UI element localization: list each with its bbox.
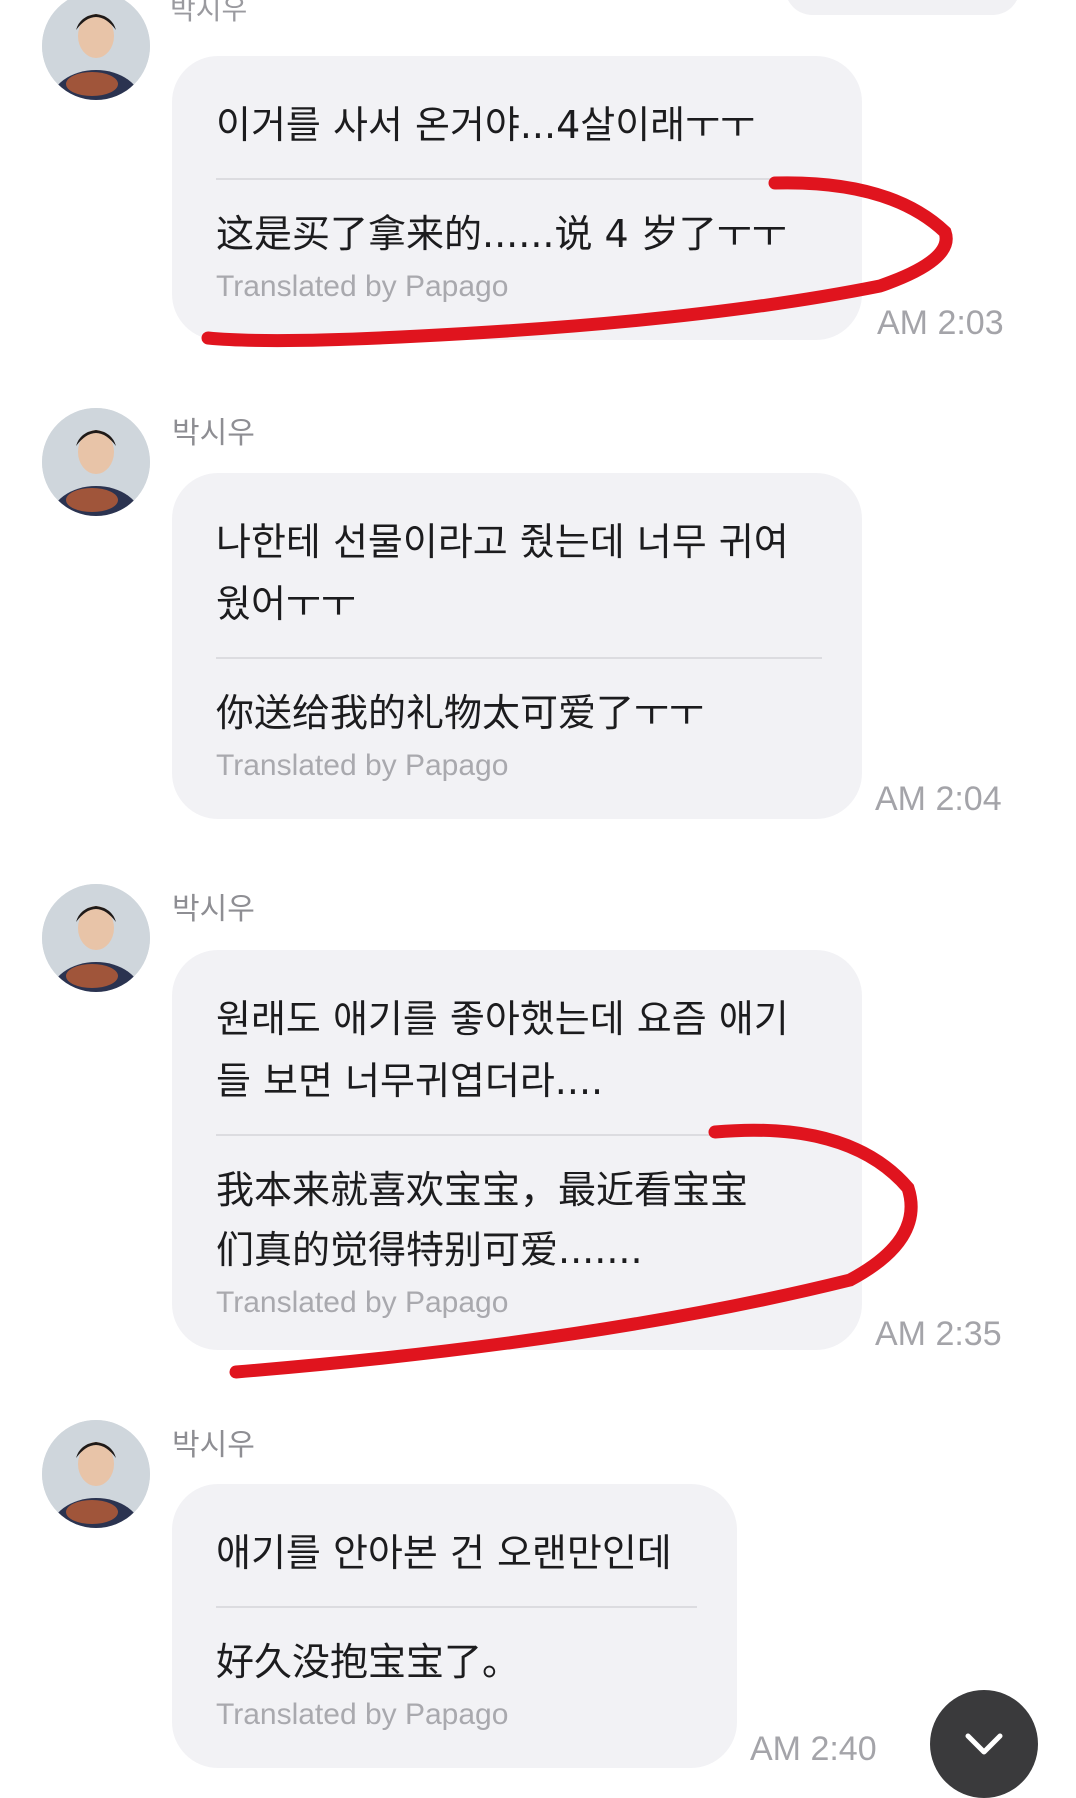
- avatar[interactable]: [42, 884, 150, 992]
- translated-by-label: Translated by Papago: [216, 270, 509, 303]
- message-bubble[interactable]: 원래도 애기를 좋아했는데 요즘 애기 들 보면 너무귀엽더라.... 我本来就…: [172, 950, 862, 1350]
- sender-name: 박시우: [172, 416, 255, 451]
- translated-by-label: Translated by Papago: [216, 1286, 509, 1319]
- scroll-to-bottom-button[interactable]: [930, 1690, 1038, 1798]
- original-text: 이거를 사서 온거야...4살이래ㅜㅜ: [216, 103, 756, 147]
- divider: [216, 1134, 822, 1136]
- message-time: AM 2:03: [877, 304, 1004, 342]
- original-text: 원래도 애기를 좋아했는데 요즘 애기 들 보면 너무귀엽더라....: [216, 997, 789, 1103]
- avatar-image: [42, 1420, 150, 1528]
- sender-name: 박시우: [172, 1428, 255, 1463]
- message-time: AM 2:35: [875, 1315, 1002, 1353]
- avatar[interactable]: [42, 1420, 150, 1528]
- message-time: AM 2:04: [875, 780, 1002, 818]
- avatar-image: [42, 0, 150, 100]
- avatar-image: [42, 884, 150, 992]
- sender-name-partial: 박시우: [170, 0, 248, 26]
- message-bubble[interactable]: 나한테 선물이라고 줬는데 너무 귀여 웠어ㅜㅜ 你送给我的礼物太可爱了ㅜㅜ T…: [172, 473, 862, 819]
- message-bubble[interactable]: 애기를 안아본 건 오랜만인데 好久没抱宝宝了。 Translated by P…: [172, 1484, 737, 1768]
- avatar[interactable]: [42, 0, 150, 100]
- translated-text: 我本来就喜欢宝宝，最近看宝宝 们真的觉得特别可爱.......: [216, 1168, 749, 1272]
- translated-by-label: Translated by Papago: [216, 1698, 509, 1731]
- translated-text: 好久没抱宝宝了。: [216, 1640, 521, 1684]
- message-bubble-partial: [785, 0, 1020, 15]
- message-time: AM 2:40: [750, 1730, 877, 1768]
- sender-name: 박시우: [172, 892, 255, 927]
- chevron-down-icon: [965, 1733, 1003, 1755]
- translated-by-label: Translated by Papago: [216, 749, 509, 782]
- divider: [216, 178, 822, 180]
- original-text: 애기를 안아본 건 오랜만인데: [216, 1531, 672, 1575]
- divider: [216, 657, 822, 659]
- translated-text: 你送给我的礼物太可爱了ㅜㅜ: [216, 691, 704, 735]
- avatar[interactable]: [42, 408, 150, 516]
- divider: [216, 1606, 697, 1608]
- message-bubble[interactable]: 이거를 사서 온거야...4살이래ㅜㅜ 这是买了拿来的......说 4 岁了ㅜ…: [172, 56, 862, 340]
- translated-text: 这是买了拿来的......说 4 岁了ㅜㅜ: [216, 212, 787, 256]
- original-text: 나한테 선물이라고 줬는데 너무 귀여 웠어ㅜㅜ: [216, 520, 789, 626]
- avatar-image: [42, 408, 150, 516]
